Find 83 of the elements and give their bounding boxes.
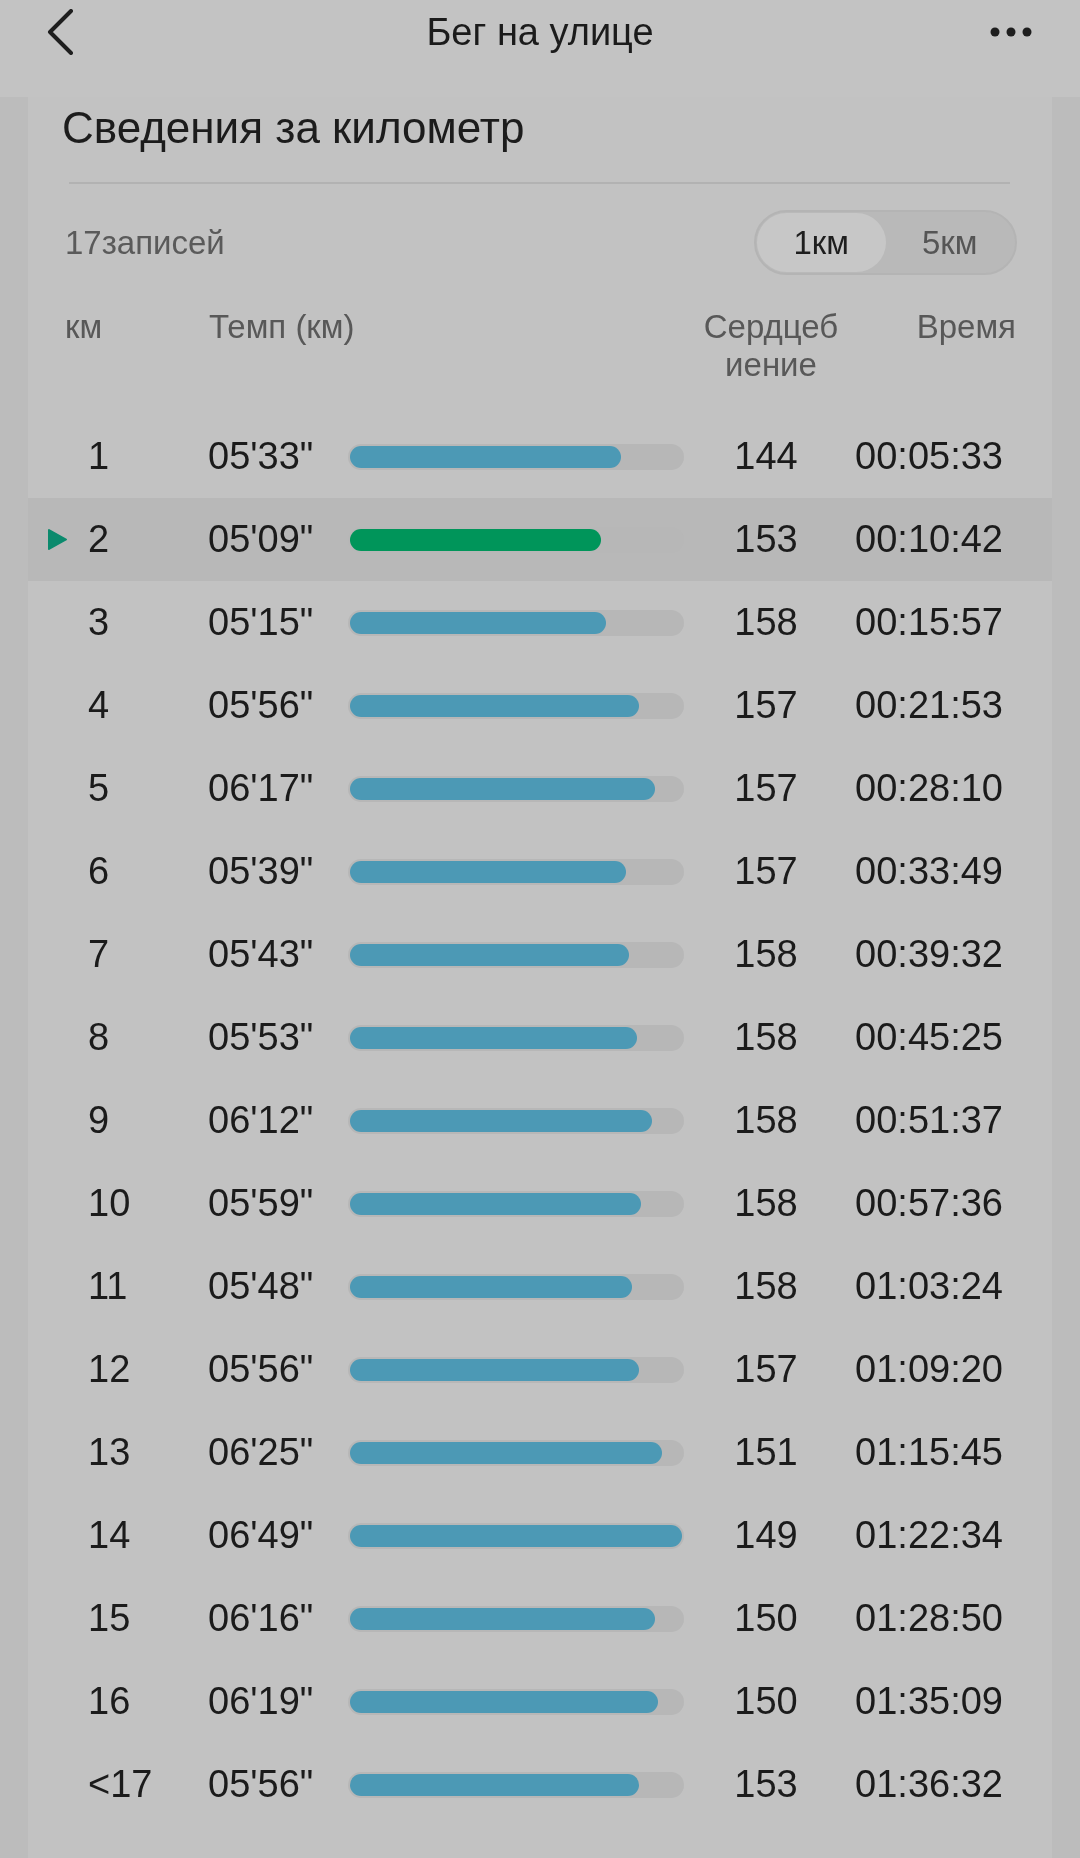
time-cell: 01:22:34	[855, 1514, 1003, 1557]
km-cell: 8	[88, 1016, 110, 1059]
km-cell: 1	[88, 435, 110, 478]
pace-cell: 05'59"	[208, 1182, 314, 1225]
pace-cell: 05'53"	[208, 1016, 314, 1059]
time-cell: 00:28:10	[855, 767, 1003, 810]
heart-rate-cell: 153	[734, 1763, 798, 1806]
pace-cell: 05'15"	[208, 601, 314, 644]
heart-rate-cell: 158	[734, 1016, 798, 1059]
time-cell: 00:33:49	[855, 850, 1003, 893]
time-cell: 01:28:50	[855, 1597, 1003, 1640]
more-dots-icon	[990, 27, 1032, 37]
heart-rate-cell: 157	[734, 850, 798, 893]
km-cell: 15	[88, 1597, 131, 1640]
back-button[interactable]	[46, 9, 74, 55]
pace-cell: 05'48"	[208, 1265, 314, 1308]
km-cell: 16	[88, 1680, 131, 1723]
segment-tab[interactable]: 1км	[757, 213, 886, 272]
km-cell: 7	[88, 933, 110, 976]
heart-rate-cell: 158	[734, 1182, 798, 1225]
column-header: Темп (км)	[209, 308, 355, 346]
km-cell: 2	[88, 518, 110, 561]
km-cell: 3	[88, 601, 110, 644]
heart-rate-cell: 158	[734, 1265, 798, 1308]
pace-cell: 05'43"	[208, 933, 314, 976]
chevron-left-icon	[46, 9, 74, 55]
pace-cell: 05'56"	[208, 1763, 314, 1806]
more-button[interactable]	[990, 27, 1032, 37]
pace-cell: 05'39"	[208, 850, 314, 893]
heart-rate-cell: 158	[734, 601, 798, 644]
column-header: Время	[916, 308, 1016, 346]
table-row[interactable]: 2 05'09" 153 00:10:42	[28, 498, 1052, 581]
section-title: Сведения за километр	[61, 102, 526, 153]
time-cell: 00:45:25	[855, 1016, 1003, 1059]
time-cell: 01:36:32	[855, 1763, 1003, 1806]
heart-rate-cell: 153	[734, 518, 798, 561]
time-cell: 01:09:20	[855, 1348, 1003, 1391]
km-cell: 14	[88, 1514, 131, 1557]
km-cell: 13	[88, 1431, 131, 1474]
heart-rate-cell: 150	[734, 1597, 798, 1640]
triangle-icon	[47, 528, 68, 551]
heart-rate-cell: 144	[734, 435, 798, 478]
column-header: км	[65, 308, 103, 346]
heart-rate-cell: 149	[734, 1514, 798, 1557]
time-cell: 00:10:42	[855, 518, 1003, 561]
time-cell: 01:35:09	[855, 1680, 1003, 1723]
heart-rate-cell: 158	[734, 1099, 798, 1142]
time-cell: 01:15:45	[855, 1431, 1003, 1474]
pace-cell: 05'09"	[208, 518, 314, 561]
time-cell: 00:51:37	[855, 1099, 1003, 1142]
pace-cell: 06'25"	[208, 1431, 314, 1474]
pace-cell: 05'33"	[208, 435, 314, 478]
heart-rate-cell: 157	[734, 1348, 798, 1391]
heart-rate-cell: 157	[734, 684, 798, 727]
pace-cell: 06'12"	[208, 1099, 314, 1142]
pace-cell: 06'19"	[208, 1680, 314, 1723]
km-cell: 12	[88, 1348, 131, 1391]
pace-cell: 06'17"	[208, 767, 314, 810]
heart-rate-cell: 150	[734, 1680, 798, 1723]
km-cell: 10	[88, 1182, 131, 1225]
pace-cell: 05'56"	[208, 684, 314, 727]
time-cell: 00:39:32	[855, 933, 1003, 976]
page-title: Бег на улице	[425, 10, 655, 55]
km-cell: 9	[88, 1099, 110, 1142]
time-cell: 00:05:33	[855, 435, 1003, 478]
km-cell: <17	[88, 1763, 153, 1806]
time-cell: 00:15:57	[855, 601, 1003, 644]
km-cell: 5	[88, 767, 110, 810]
heart-rate-cell: 158	[734, 933, 798, 976]
column-header: Сердцебиение	[702, 308, 840, 384]
segment-tab[interactable]: 5км	[885, 213, 1014, 272]
km-cell: 4	[88, 684, 110, 727]
km-cell: 11	[88, 1265, 128, 1308]
record-count: 17записей	[65, 223, 225, 262]
time-cell: 01:03:24	[855, 1265, 1003, 1308]
km-cell: 6	[88, 850, 110, 893]
time-cell: 00:21:53	[855, 684, 1003, 727]
pace-cell: 06'49"	[208, 1514, 314, 1557]
pace-cell: 06'16"	[208, 1597, 314, 1640]
pace-cell: 05'56"	[208, 1348, 314, 1391]
time-cell: 00:57:36	[855, 1182, 1003, 1225]
heart-rate-cell: 151	[734, 1431, 798, 1474]
heart-rate-cell: 157	[734, 767, 798, 810]
